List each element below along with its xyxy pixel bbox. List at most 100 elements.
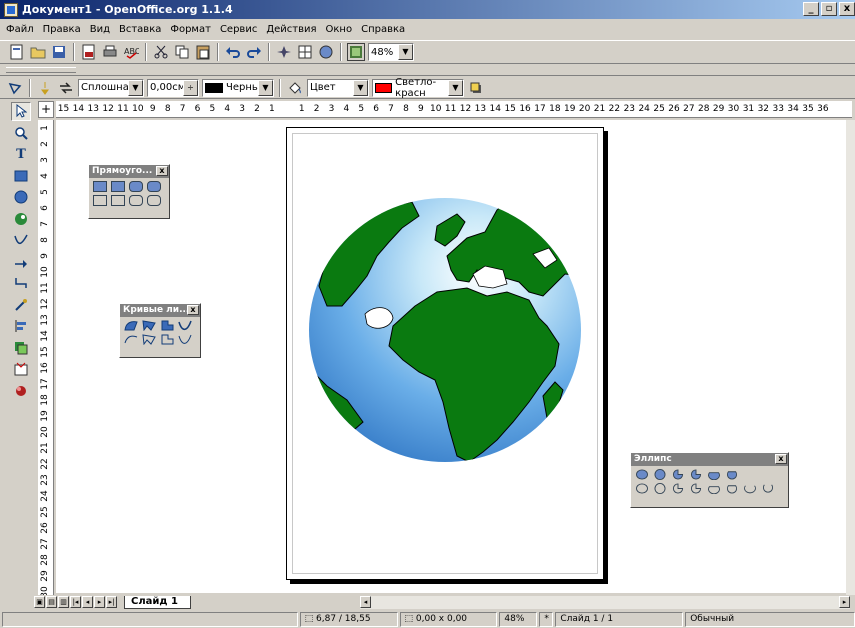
menu-edit[interactable]: Правка [43, 24, 81, 35]
polygon-icon[interactable] [142, 334, 156, 345]
filled-rounded-square-icon[interactable] [147, 181, 161, 192]
3d-objects-icon[interactable] [11, 382, 31, 401]
filled-ellipse-icon[interactable] [635, 469, 649, 480]
filled-rectangle-icon[interactable] [93, 181, 107, 192]
rectangle-outline-icon[interactable] [93, 195, 107, 206]
navigator-icon[interactable] [275, 43, 293, 61]
close-button[interactable]: x [839, 2, 855, 16]
grip-handle[interactable] [6, 67, 76, 73]
status-zoom[interactable]: 48% [499, 611, 538, 627]
cut-icon[interactable] [152, 43, 170, 61]
line-arrow-tool-icon[interactable] [11, 253, 31, 272]
globe-image[interactable] [307, 196, 583, 464]
curve-tool-icon[interactable] [11, 231, 31, 250]
vertical-ruler[interactable]: 1 2 3 4 5 6 7 8 9 10 11 12 13 14 15 16 17 18 19 20 21 22 23 24 2… [38, 120, 54, 595]
text-tool-icon[interactable]: T [11, 145, 31, 164]
print-icon[interactable] [101, 43, 119, 61]
select-arrow-icon[interactable] [11, 102, 31, 121]
line-ends-icon[interactable] [6, 79, 24, 97]
polygon-45-icon[interactable] [160, 334, 174, 345]
prev-slide-button[interactable]: ◂ [82, 596, 93, 608]
last-slide-button[interactable]: ▸| [106, 596, 117, 608]
connector-tool-icon[interactable] [11, 274, 31, 293]
filled-polygon-45-icon[interactable] [160, 320, 174, 331]
filled-square-icon[interactable] [111, 181, 125, 192]
rectangles-panel[interactable]: Прямоуго... x [88, 164, 170, 219]
rectangles-panel-title[interactable]: Прямоуго... x [89, 165, 169, 178]
minimize-button[interactable]: _ [803, 2, 819, 16]
view-outline-button[interactable]: ▤ [46, 596, 57, 608]
open-icon[interactable] [29, 43, 47, 61]
ellipse-panel[interactable]: Эллипс x [630, 452, 789, 508]
line-style-combo[interactable]: Сплошная ▼ [78, 78, 144, 97]
zoom-icon[interactable] [347, 43, 365, 61]
zoom-tool-icon[interactable] [11, 124, 31, 143]
menu-help[interactable]: Справка [361, 24, 405, 35]
ellipse-panel-title[interactable]: Эллипс x [631, 453, 788, 466]
spin-arrows-icon[interactable]: ÷ [183, 79, 198, 96]
ellipse-tool-icon[interactable] [11, 188, 31, 207]
square-outline-icon[interactable] [111, 195, 125, 206]
curve-icon[interactable] [124, 334, 138, 345]
line-color-combo[interactable]: Черный ▼ [202, 78, 274, 97]
filled-rounded-rectangle-icon[interactable] [129, 181, 143, 192]
arrange-tool-icon[interactable] [11, 339, 31, 358]
undo-icon[interactable] [224, 43, 242, 61]
menu-window[interactable]: Окно [326, 24, 353, 35]
freeform-filled-icon[interactable] [178, 320, 192, 331]
rounded-square-outline-icon[interactable] [147, 195, 161, 206]
filled-circle-pie-icon[interactable] [689, 469, 703, 480]
align-tool-icon[interactable] [11, 317, 31, 336]
rounded-rectangle-outline-icon[interactable] [129, 195, 143, 206]
next-slide-button[interactable]: ▸ [94, 596, 105, 608]
filled-ellipse-segment-icon[interactable] [707, 469, 721, 480]
close-icon[interactable]: x [775, 454, 787, 464]
table-icon[interactable] [296, 43, 314, 61]
close-icon[interactable]: x [187, 305, 199, 315]
slide-page[interactable] [286, 127, 604, 580]
ellipse-arc-icon[interactable] [743, 483, 757, 494]
chevron-down-icon[interactable]: ▼ [448, 79, 463, 96]
redo-icon[interactable] [245, 43, 263, 61]
filled-ellipse-pie-icon[interactable] [671, 469, 685, 480]
rectangle-tool-icon[interactable] [11, 167, 31, 186]
line-icon[interactable] [36, 79, 54, 97]
circle-arc-icon[interactable] [761, 483, 775, 494]
circle-pie-outline-icon[interactable] [689, 483, 703, 494]
menu-format[interactable]: Формат [170, 24, 211, 35]
document-icon[interactable] [8, 43, 26, 61]
insert-tool-icon[interactable] [11, 360, 31, 379]
gallery-icon[interactable] [317, 43, 335, 61]
curves-panel[interactable]: Кривые ли... x [119, 303, 201, 358]
export-pdf-icon[interactable] [80, 43, 98, 61]
view-drawing-button[interactable]: ▣ [34, 596, 45, 608]
fill-bucket-icon[interactable] [286, 79, 304, 97]
fill-type-combo[interactable]: Цвет ▼ [307, 78, 369, 97]
chevron-down-icon[interactable]: ▼ [128, 79, 143, 96]
scroll-right-button[interactable]: ▸ [839, 596, 850, 608]
scroll-left-button[interactable]: ◂ [360, 596, 371, 608]
maximize-button[interactable]: ▫ [821, 2, 837, 16]
horizontal-ruler[interactable]: 15 14 13 12 11 10 9 8 7 6 5 4 3 2 1 1 2 3 4 5 6 7 8 9 10 11 12 13 14… [56, 101, 852, 118]
fill-color-combo[interactable]: Светло-красн ▼ [372, 77, 464, 99]
circle-outline-icon[interactable] [653, 483, 667, 494]
chevron-down-icon[interactable]: ▼ [353, 79, 368, 96]
menu-actions[interactable]: Действия [266, 24, 316, 35]
ellipse-segment-outline-icon[interactable] [707, 483, 721, 494]
horizontal-scrollbar[interactable]: ◂ ▸ [360, 596, 850, 609]
ellipse-outline-icon[interactable] [635, 483, 649, 494]
ellipse-pie-outline-icon[interactable] [671, 483, 685, 494]
view-notes-button[interactable]: ▥ [58, 596, 69, 608]
menu-file[interactable]: Файл [6, 24, 34, 35]
first-slide-button[interactable]: |◂ [70, 596, 81, 608]
freeform-line-icon[interactable] [178, 334, 192, 345]
ruler-corner[interactable]: + [38, 101, 54, 118]
menu-tools[interactable]: Сервис [220, 24, 257, 35]
shadow-icon[interactable] [467, 79, 485, 97]
vertical-scrollbar[interactable] [846, 120, 855, 595]
filled-circle-icon[interactable] [653, 469, 667, 480]
menu-insert[interactable]: Вставка [119, 24, 161, 35]
arrow-style-icon[interactable] [57, 79, 75, 97]
shapes-3d-icon[interactable] [11, 210, 31, 229]
filled-curve-icon[interactable] [124, 320, 138, 331]
